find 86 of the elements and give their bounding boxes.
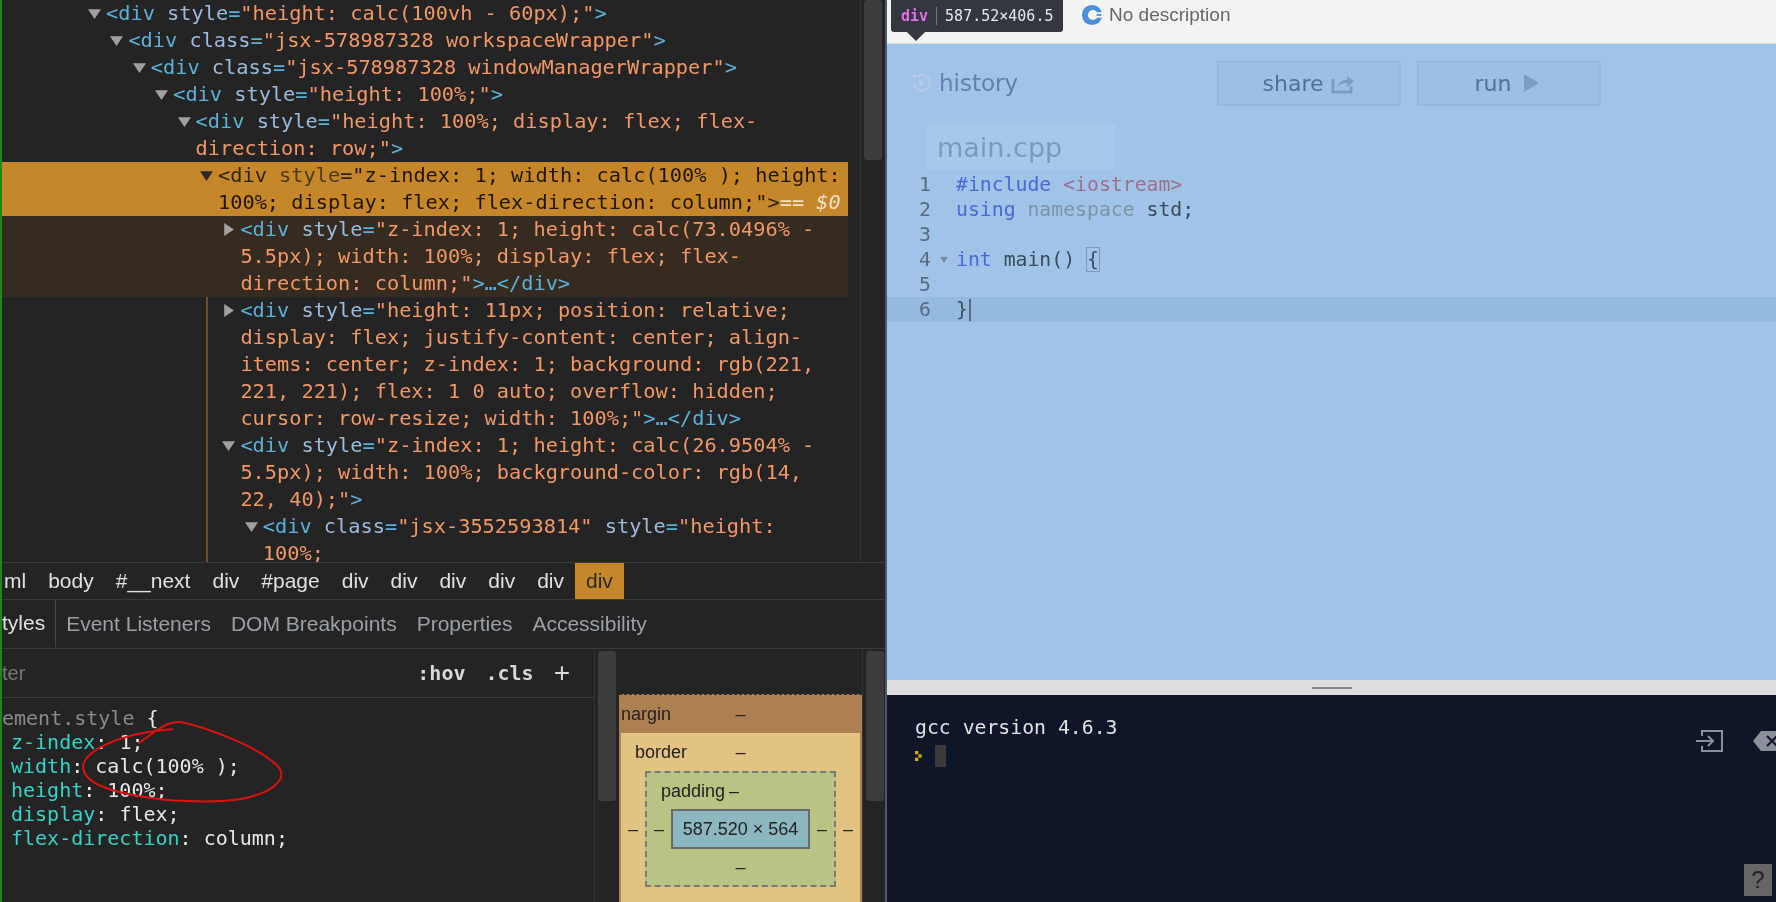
box-label: padding [660,780,726,802]
terminal-output: gcc version 4.6.3 [915,715,1119,741]
panel-tab[interactable]: tyles [2,600,57,648]
scrollbar[interactable] [594,649,619,902]
content-box: 587.520 × 564 [671,809,810,849]
scrollbar[interactable] [862,649,885,902]
input-arrow-icon[interactable] [1694,729,1724,753]
panel-tab[interactable]: DOM Breakpoints [220,600,407,648]
expand-triangle-icon[interactable] [155,88,169,101]
dom-node-markup: <div class="jsx-578987328 windowManagerWrapper"> [150,54,738,81]
dom-node-markup: <div style="z-index: 1; width: calc(100% ); height: 100%; display: flex; flex-direction: column;">== $0 [218,162,842,216]
dom-tree-row[interactable]: <div style="height: calc(100vh - 60px);"> [2,0,848,27]
dom-node-markup: <div class="jsx-3552593814" style="height: 100%; [262,513,777,562]
dom-node-markup: <div class="jsx-578987328 workspaceWrapper"> [128,27,667,54]
expand-triangle-icon[interactable] [222,439,236,452]
line-number: 3 [918,222,931,247]
expand-triangle-icon[interactable] [132,61,146,74]
breadcrumb[interactable]: #page [250,563,331,599]
dom-tree-row[interactable]: <div style="height: 100%;"> [2,81,848,108]
breadcrumb[interactable]: ml [2,563,38,599]
dom-node-markup: <div style="height: 100%;"> [173,81,504,108]
line-number: 2 [918,197,931,222]
breadcrumb[interactable]: div [379,563,429,599]
expand-triangle-icon[interactable] [200,169,213,182]
box-value: – [627,818,639,840]
expand-triangle-icon[interactable] [222,223,236,236]
box-label: border [634,741,688,763]
dom-tree-row[interactable]: <div class="jsx-578987328 windowManagerWrapper"> [2,54,848,81]
line-number: 5 [918,272,931,297]
box-value: – [816,818,828,840]
dom-node-markup: <div style="z-index: 1; height: calc(73.0496% - 5.5px); width: 100%; display: flex; flex-direction: column;">…</div> [240,216,816,297]
dom-node-markup: <div style="height: 100%; display: flex; flex-direction: row;"> [195,108,759,162]
line-number: 1 [918,172,931,197]
breadcrumb[interactable]: #__next [104,563,202,599]
breadcrumb[interactable]: div [575,563,624,599]
backspace-icon[interactable] [1752,729,1776,753]
expand-triangle-icon[interactable] [110,34,124,47]
line-number: 4 [918,247,931,272]
css-declaration[interactable]: flex-direction: column; [2,826,594,850]
panel-tab[interactable]: Accessibility [522,600,657,648]
style-toolbar-button[interactable]: :hov [407,661,476,685]
box-value: – [735,703,746,725]
breadcrumb[interactable]: div [201,563,251,599]
line-number: 6 [918,297,931,322]
style-toolbar-button[interactable]: + [543,657,580,689]
scrollbar[interactable] [860,0,885,562]
breadcrumb[interactable]: div [330,563,380,599]
box-value: – [653,818,665,840]
dom-tree-row[interactable]: <div style="z-index: 1; width: calc(100% ); height: 100%; display: flex; flex-direction: column;">== $0 [2,162,848,216]
dom-node-markup: <div style="height: calc(100vh - 60px);"> [106,0,608,27]
app-description: No description [1109,4,1231,26]
text-cursor [968,298,971,321]
code-text: } [956,297,968,322]
expand-triangle-icon[interactable] [88,7,101,20]
element-size-tooltip: div 587.52×406.5 [891,0,1064,32]
box-value: – [842,818,854,840]
dom-tree-row[interactable]: <div class="jsx-578987328 workspaceWrapper"> [2,27,848,54]
breadcrumb[interactable]: div [428,563,478,599]
filter-field[interactable]: ter [2,661,408,685]
breadcrumb[interactable]: div [477,563,527,599]
dom-tree-row[interactable]: <div style="z-index: 1; height: calc(73.0496% - 5.5px); width: 100%; display: flex; flex-direction: column;">…</div> [2,216,848,297]
breadcrumb[interactable]: body [37,563,105,599]
expand-triangle-icon[interactable] [244,520,258,533]
expand-triangle-icon[interactable] [222,304,236,317]
panel-tab[interactable]: Properties [406,600,523,648]
resize-handle[interactable] [887,680,1776,695]
code-text: using namespace std; [956,197,1195,222]
terminal-cursor [935,745,946,767]
box-value: – [729,780,740,802]
css-declaration[interactable]: width: calc(100% ); [2,754,594,778]
dom-node-markup: <div style="height: 11px; position: relative; display: flex; justify-content: center; align-items: center; z-index: 1; background: rgb(221, 221, 221); flex: 1 0 auto; overflow: hidden; cursor: row-resize; width: 100%;">…</div> [240,297,816,432]
expand-triangle-icon[interactable] [177,115,191,128]
style-toolbar-button[interactable]: .cls [475,661,544,685]
prompt-icon [915,751,925,761]
code-text: int main() { [956,247,1099,272]
breadcrumb[interactable]: div [526,563,575,599]
css-declaration[interactable]: display: flex; [2,802,594,826]
panel-tab[interactable]: Event Listeners [56,600,221,648]
box-value: – [735,856,746,878]
box-label: nargin [621,703,672,725]
dom-node-markup: <div style="z-index: 1; height: calc(26.9504% - 5.5px); width: 100%; background-color: rgb(14, 22, 40);"> [240,432,816,513]
code-text: #include <iostream> [956,172,1183,197]
dom-tree-row[interactable]: <div style="height: 100%; display: flex; flex-direction: row;"> [2,108,848,162]
box-value: – [735,741,746,763]
rule-selector: ement.style { [2,706,160,730]
c-logo-icon [1081,4,1103,26]
